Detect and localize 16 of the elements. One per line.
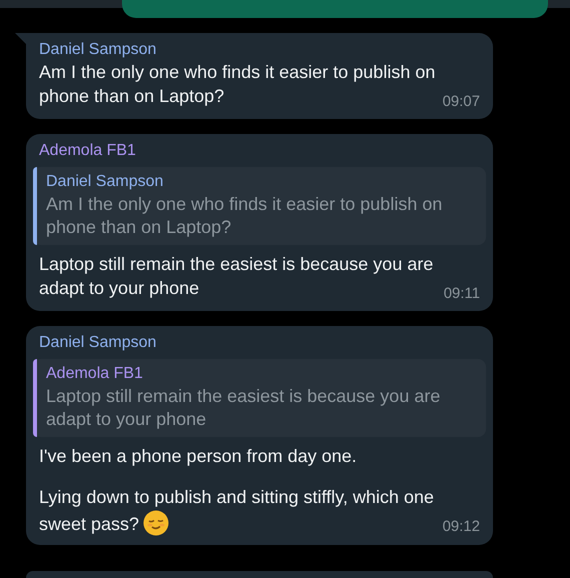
sender-name: Ademola FB1 [39,141,136,161]
message-time: 09:12 [442,518,480,536]
message-text: Lying down to publish and sitting stiffly, which one sweet pass? [39,487,434,534]
message-time: 09:07 [442,93,480,111]
message-time: 09:11 [444,285,480,303]
quoted-message[interactable]: Ademola FB1 Laptop still remain the easiest is because you are adapt to your phone [33,359,486,437]
quoted-text: Laptop still remain the easiest is because you are adapt to your phone [46,385,442,431]
sender-name: Daniel Sampson [39,333,156,353]
message-text: Am I the only one who finds it easier to publish on phone than on Laptop? [39,62,436,106]
sender-name: Daniel Sampson [39,40,156,60]
message-text: I've been a phone person from day one. [39,445,358,468]
message-text: Laptop still remain the easiest is because you are adapt to your phone [39,254,434,298]
quoted-sender: Daniel Sampson [46,172,164,192]
quoted-message[interactable]: Daniel Sampson Am I the only one who finds it easier to publish on phone than on Laptop? [33,167,486,245]
quoted-sender: Ademola FB1 [46,364,143,384]
quoted-text: Am I the only one who finds it easier to publish on phone than on Laptop? [46,193,444,239]
